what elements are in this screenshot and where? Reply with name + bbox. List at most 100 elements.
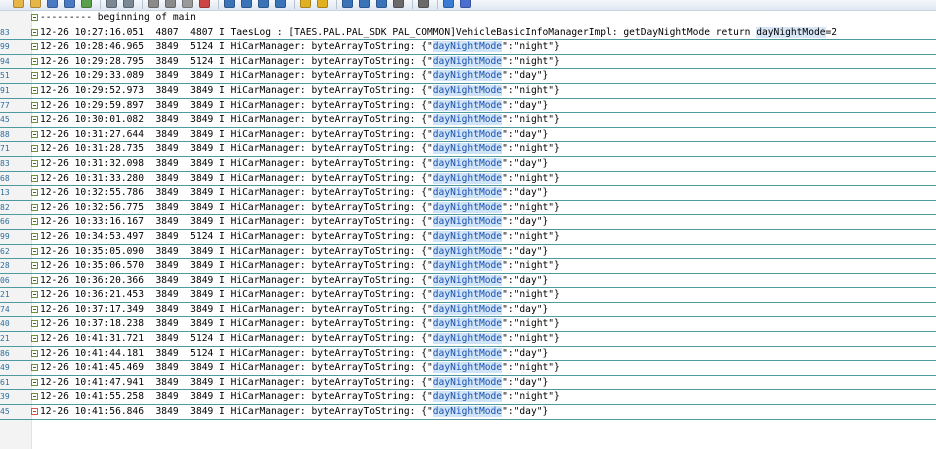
find-icon[interactable]: [224, 0, 235, 8]
log-line[interactable]: 13 12-26 10:32:55.786 3849 3849 I HiCarMa…: [0, 186, 936, 201]
log-line[interactable]: 83 12-26 10:31:32.098 3849 3849 I HiCarMa…: [0, 157, 936, 172]
bookmark-next-icon[interactable]: [317, 0, 328, 8]
log-value: ":"night"}: [502, 41, 560, 53]
undo-icon[interactable]: [106, 0, 117, 8]
fold-marker-icon[interactable]: [31, 291, 38, 299]
fold-marker-icon[interactable]: [31, 43, 38, 51]
bookmark-icon[interactable]: [300, 0, 311, 8]
fold-marker-icon[interactable]: [31, 262, 38, 270]
redo-icon[interactable]: [123, 0, 134, 8]
fold-marker-icon[interactable]: [31, 305, 38, 313]
pin-icon[interactable]: [443, 0, 454, 8]
log-value: ":"night"}: [502, 84, 560, 96]
log-line[interactable]: 49 12-26 10:41:45.469 3849 3849 I HiCarMa…: [0, 361, 936, 376]
log-line[interactable]: 39 12-26 10:41:55.258 3849 3849 I HiCarMa…: [0, 390, 936, 406]
save-icon[interactable]: [47, 0, 58, 8]
toolbar: [0, 0, 936, 11]
log-editor[interactable]: --------- beginning of main 83 12-26 10:2…: [0, 11, 936, 420]
log-line[interactable]: 45 12-26 10:30:01.082 3849 3849 I HiCarMa…: [0, 113, 936, 128]
save-all-icon[interactable]: [64, 0, 75, 8]
fold-marker-icon[interactable]: [31, 174, 38, 182]
log-value: ":"night"}: [502, 318, 560, 330]
fold-marker-icon[interactable]: [31, 145, 38, 153]
log-line[interactable]: 86 12-26 10:41:44.181 3849 5124 I HiCarMa…: [0, 347, 936, 362]
log-text: 12-26 10:35:05.090 3849 3849 I HiCarMana…: [40, 245, 548, 260]
fold-marker-icon[interactable]: [31, 247, 38, 255]
line-number: 74: [0, 304, 10, 314]
log-line[interactable]: 62 12-26 10:35:05.090 3849 3849 I HiCarMa…: [0, 245, 936, 260]
toolbar-separator: [142, 0, 143, 9]
log-line[interactable]: 61 12-26 10:41:47.941 3849 3849 I HiCarMa…: [0, 376, 936, 391]
log-message: 12-26 10:29:52.973 3849 3849 I HiCarMana…: [40, 84, 433, 96]
fold-marker-icon[interactable]: [31, 232, 38, 240]
fold-marker-icon[interactable]: [31, 72, 38, 80]
log-line[interactable]: 74 12-26 10:37:17.349 3849 3849 I HiCarMa…: [0, 303, 936, 318]
delete-icon[interactable]: [199, 0, 210, 8]
fold-marker-icon[interactable]: [31, 320, 38, 328]
fold-marker-icon[interactable]: [31, 57, 38, 65]
log-line[interactable]: 06 12-26 10:36:20.366 3849 3849 I HiCarMa…: [0, 274, 936, 289]
fold-marker-icon[interactable]: [31, 189, 38, 197]
close-icon[interactable]: [460, 0, 471, 8]
log-text: 12-26 10:29:33.089 3849 3849 I HiCarMana…: [40, 69, 548, 84]
cut-icon[interactable]: [148, 0, 159, 8]
new-file-icon[interactable]: [13, 0, 24, 8]
fold-marker-icon[interactable]: [31, 86, 38, 94]
log-line[interactable]: 77 12-26 10:29:59.897 3849 3849 I HiCarMa…: [0, 99, 936, 114]
toolbar-separator: [336, 0, 337, 9]
fold-marker-icon[interactable]: [31, 101, 38, 109]
log-line[interactable]: 71 12-26 10:31:28.735 3849 3849 I HiCarMa…: [0, 142, 936, 157]
log-line[interactable]: 83 12-26 10:27:16.051 4807 4807 I TaesLog…: [0, 26, 936, 41]
replace-icon[interactable]: [241, 0, 252, 8]
copy-icon[interactable]: [165, 0, 176, 8]
fold-marker-icon[interactable]: [31, 203, 38, 211]
log-line[interactable]: 66 12-26 10:33:16.167 3849 3849 I HiCarMa…: [0, 215, 936, 230]
log-line[interactable]: 21 12-26 10:36:21.453 3849 3849 I HiCarMa…: [0, 288, 936, 303]
reload-icon[interactable]: [81, 0, 92, 8]
log-line[interactable]: 99 12-26 10:34:53.497 3849 5124 I HiCarMa…: [0, 230, 936, 245]
fold-marker-icon[interactable]: [31, 393, 38, 401]
fold-marker-icon[interactable]: [31, 364, 38, 372]
word-wrap-icon[interactable]: [393, 0, 404, 8]
paste-icon[interactable]: [182, 0, 193, 8]
log-line[interactable]: 82 12-26 10:32:56.775 3849 3849 I HiCarMa…: [0, 201, 936, 216]
fold-marker-icon[interactable]: [31, 276, 38, 284]
log-message: 12-26 10:37:18.238 3849 3849 I HiCarMana…: [40, 318, 433, 330]
fold-marker-icon[interactable]: [31, 335, 38, 343]
log-line[interactable]: 45 12-26 10:41:56.846 3849 3849 I HiCarMa…: [0, 405, 936, 420]
log-line[interactable]: 68 12-26 10:31:33.280 3849 3849 I HiCarMa…: [0, 172, 936, 187]
log-message: 12-26 10:41:44.181 3849 5124 I HiCarMana…: [40, 347, 433, 359]
log-line[interactable]: 51 12-26 10:29:33.089 3849 3849 I HiCarMa…: [0, 69, 936, 84]
find-next-icon[interactable]: [359, 0, 370, 8]
log-line[interactable]: 94 12-26 10:29:28.795 3849 5124 I HiCarMa…: [0, 55, 936, 70]
search-highlight: dayNightMode: [432, 260, 503, 272]
log-text: 12-26 10:33:16.167 3849 3849 I HiCarMana…: [40, 215, 548, 230]
settings-icon[interactable]: [418, 0, 429, 8]
toolbar-separator: [100, 0, 101, 9]
find-mark-icon[interactable]: [376, 0, 387, 8]
fold-marker-icon[interactable]: [31, 378, 38, 386]
log-line[interactable]: 28 12-26 10:35:06.570 3849 3849 I HiCarMa…: [0, 259, 936, 274]
log-value: =2: [825, 26, 838, 38]
log-line[interactable]: 99 12-26 10:28:46.965 3849 5124 I HiCarMa…: [0, 40, 936, 55]
log-line[interactable]: 21 12-26 10:41:31.721 3849 5124 I HiCarMa…: [0, 332, 936, 347]
log-message: 12-26 10:41:45.469 3849 3849 I HiCarMana…: [40, 362, 433, 374]
fold-marker-icon[interactable]: [31, 349, 38, 357]
fold-marker-icon[interactable]: [31, 408, 38, 416]
fold-marker-icon[interactable]: [31, 218, 38, 226]
fold-marker-icon[interactable]: [31, 130, 38, 138]
find-prev-icon[interactable]: [342, 0, 353, 8]
open-folder-icon[interactable]: [30, 0, 41, 8]
log-line[interactable]: 40 12-26 10:37:18.238 3849 3849 I HiCarMa…: [0, 317, 936, 333]
fold-marker-icon[interactable]: [31, 28, 38, 36]
fold-marker-icon[interactable]: [31, 14, 38, 21]
log-text: 12-26 10:41:47.941 3849 3849 I HiCarMana…: [40, 376, 548, 391]
zoom-icon[interactable]: [275, 0, 286, 8]
log-text: 12-26 10:41:55.258 3849 3849 I HiCarMana…: [40, 390, 560, 405]
find-in-files-icon[interactable]: [258, 0, 269, 8]
fold-marker-icon[interactable]: [31, 159, 38, 167]
fold-marker-icon[interactable]: [31, 116, 38, 124]
log-line[interactable]: 91 12-26 10:29:52.973 3849 3849 I HiCarMa…: [0, 84, 936, 99]
log-line[interactable]: 88 12-26 10:31:27.644 3849 3849 I HiCarMa…: [0, 128, 936, 143]
line-number: 77: [0, 100, 10, 110]
